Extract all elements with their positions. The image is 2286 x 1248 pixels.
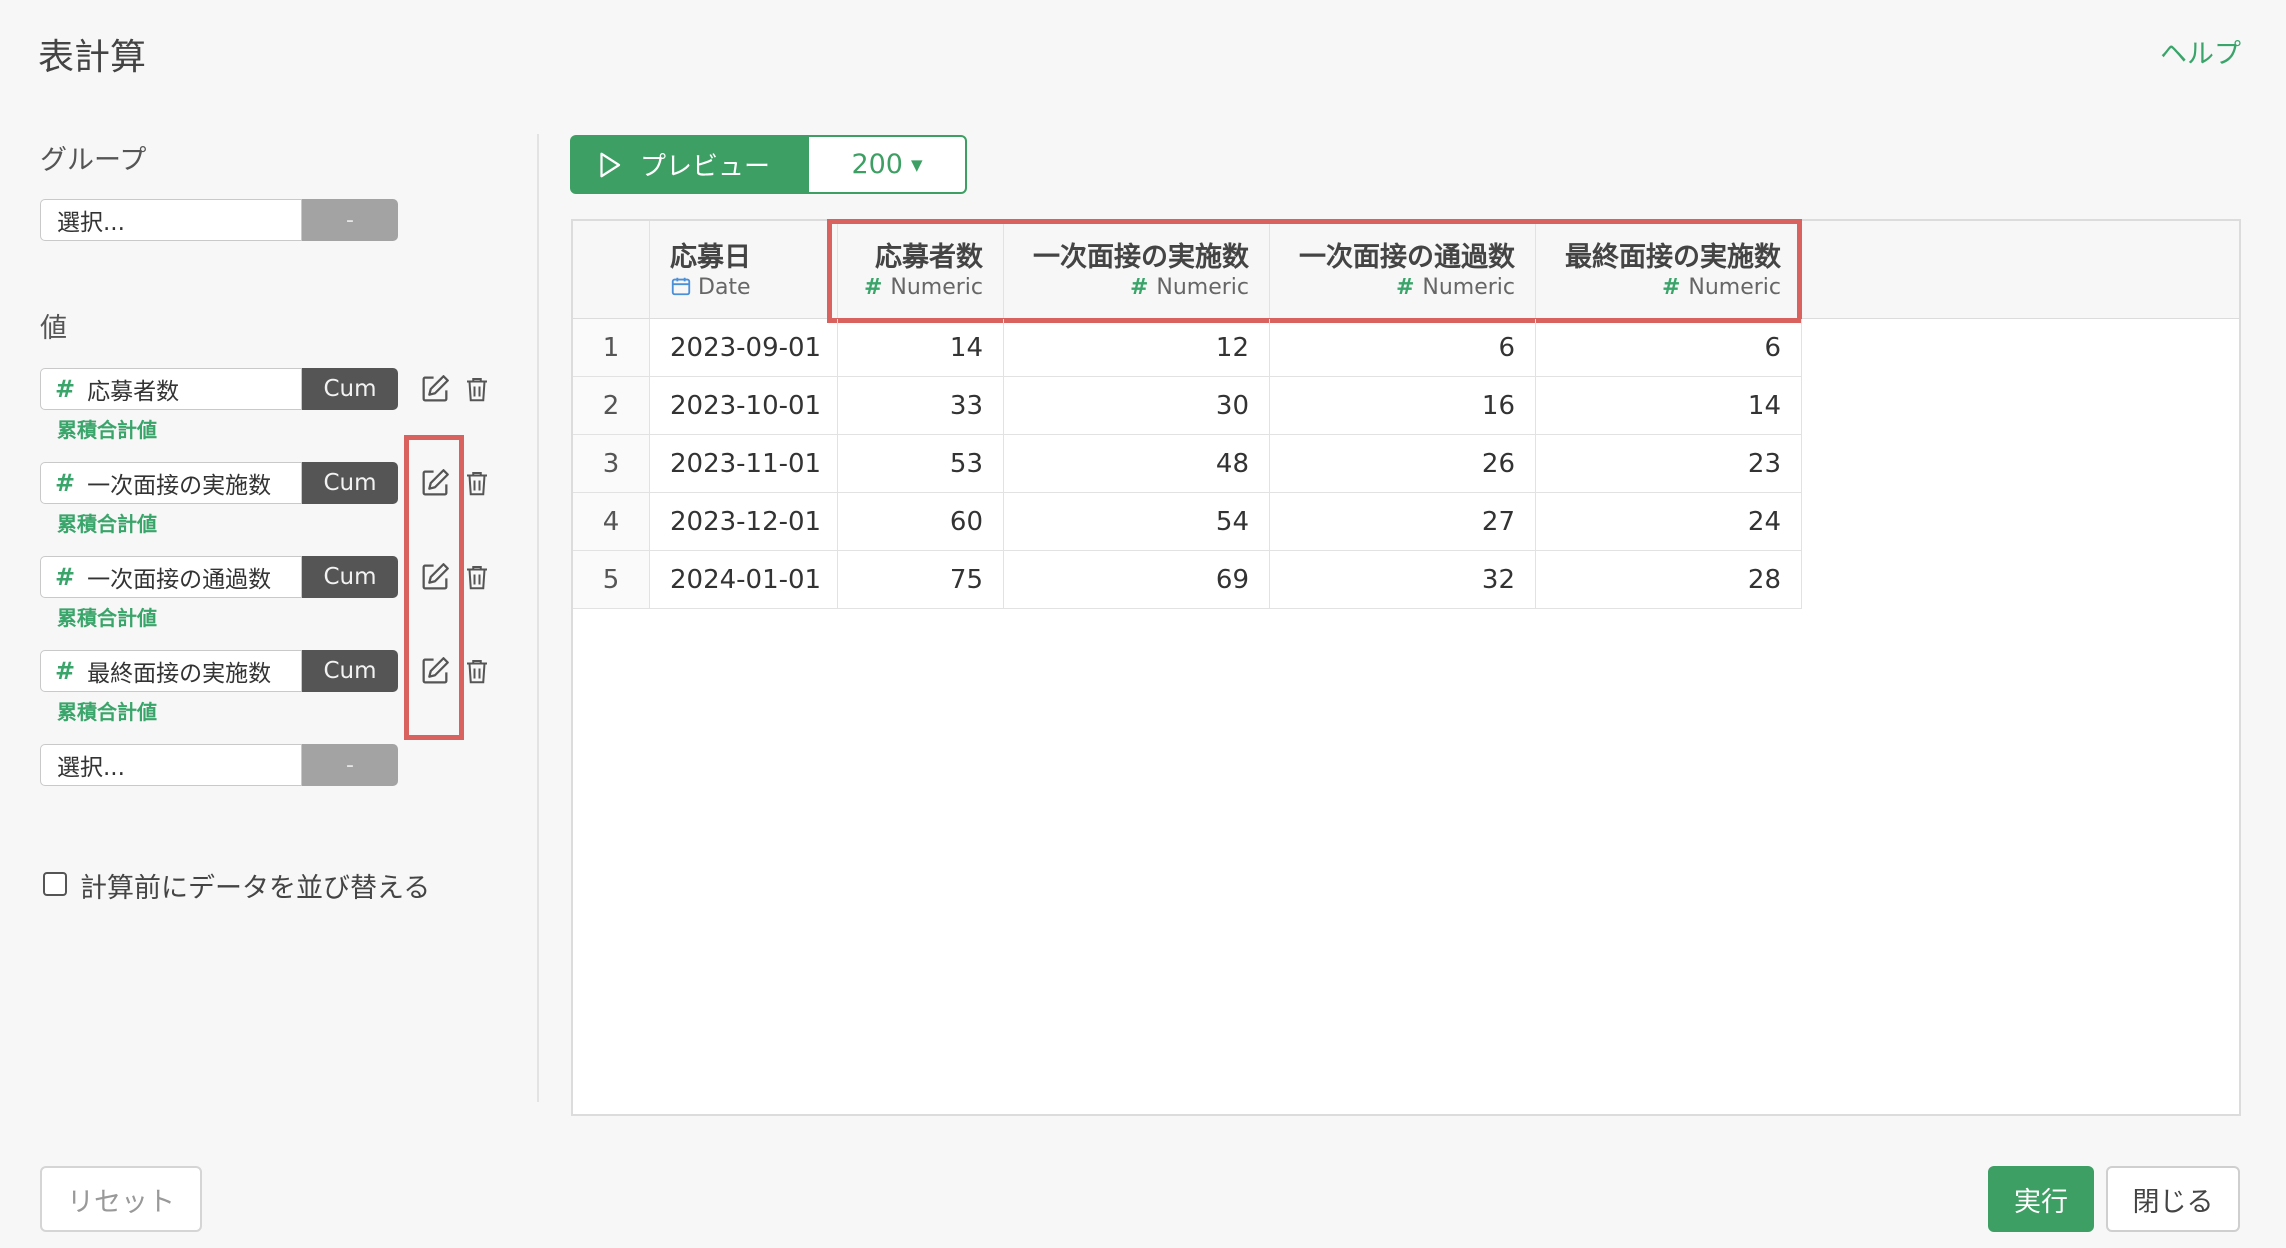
hash-icon: #: [55, 469, 76, 497]
calc-type-label: 累積合計値: [57, 512, 157, 536]
table-cell: 53: [838, 435, 1004, 493]
table-cell: 60: [838, 493, 1004, 551]
trash-icon[interactable]: [462, 468, 492, 498]
edit-icon[interactable]: [418, 372, 452, 406]
edit-icons-highlight: [404, 435, 464, 740]
column-type-label: Date: [698, 275, 751, 300]
table-cell: 27: [1270, 493, 1536, 551]
table-cell: 6: [1536, 319, 1802, 377]
value-field[interactable]: # 一次面接の実施数: [40, 462, 302, 504]
table-cell: 16: [1270, 377, 1536, 435]
table-cell: 69: [1004, 551, 1270, 609]
table-cell: 14: [838, 319, 1004, 377]
group-select-placeholder: 選択...: [57, 210, 125, 236]
trash-icon[interactable]: [462, 374, 492, 404]
row-count-dropdown[interactable]: 200 ▼: [807, 135, 967, 194]
sort-before-calc-label: 計算前にデータを並び替える: [80, 873, 431, 904]
table-cell: 30: [1004, 377, 1270, 435]
table-cell: 2023-12-01: [650, 493, 838, 551]
table-cell: 26: [1270, 435, 1536, 493]
calc-type-label: 累積合計値: [57, 700, 157, 724]
column-name: 応募日: [670, 242, 751, 273]
value-field[interactable]: # 一次面接の通過数: [40, 556, 302, 598]
value-select-placeholder: 選択...: [57, 755, 125, 781]
trash-icon[interactable]: [462, 656, 492, 686]
values-label: 値: [40, 313, 67, 344]
trash-icon[interactable]: [462, 562, 492, 592]
table-cell: 2024-01-01: [650, 551, 838, 609]
close-button[interactable]: 閉じる: [2106, 1166, 2240, 1232]
value-remove-button[interactable]: -: [302, 744, 398, 786]
table-cell: 6: [1270, 319, 1536, 377]
table-cell: 12: [1004, 319, 1270, 377]
row-index: 5: [573, 551, 650, 609]
reset-button[interactable]: リセット: [40, 1166, 202, 1232]
table-cell: 2023-11-01: [650, 435, 838, 493]
column-type: Date: [670, 275, 751, 300]
value-field[interactable]: # 応募者数: [40, 368, 302, 410]
table-cell: 32: [1270, 551, 1536, 609]
group-select[interactable]: 選択...: [40, 199, 302, 241]
value-field-name: 一次面接の通過数: [87, 567, 272, 593]
numeric-headers-highlight: [827, 219, 1802, 323]
value-field-name: 応募者数: [87, 379, 180, 405]
preview-button-label: プレビュー: [640, 152, 771, 182]
calc-type-label: 累積合計値: [57, 418, 157, 442]
play-icon: [600, 152, 621, 177]
group-label: グループ: [40, 145, 147, 176]
table-cell: 33: [838, 377, 1004, 435]
caret-down-icon: ▼: [911, 155, 923, 174]
dialog-title: 表計算: [38, 37, 147, 78]
calc-type-label: 累積合計値: [57, 606, 157, 630]
row-count-value: 200: [851, 149, 903, 180]
cum-button[interactable]: Cum: [302, 650, 398, 692]
row-index: 4: [573, 493, 650, 551]
help-link[interactable]: ヘルプ: [2160, 32, 2241, 71]
group-remove-button[interactable]: -: [302, 199, 398, 241]
table-cell: 48: [1004, 435, 1270, 493]
panel-divider: [537, 134, 539, 1102]
table-cell: 28: [1536, 551, 1802, 609]
sort-before-calc-checkbox[interactable]: [43, 872, 67, 896]
value-select[interactable]: 選択...: [40, 744, 302, 786]
table-cell: 24: [1536, 493, 1802, 551]
row-index: 2: [573, 377, 650, 435]
column-header[interactable]: 応募日 Date: [650, 221, 838, 319]
row-index: 1: [573, 319, 650, 377]
cum-button[interactable]: Cum: [302, 368, 398, 410]
row-index: 3: [573, 435, 650, 493]
cum-button[interactable]: Cum: [302, 462, 398, 504]
table-cell: 23: [1536, 435, 1802, 493]
table-cell: 2023-10-01: [650, 377, 838, 435]
table-cell: 75: [838, 551, 1004, 609]
run-button[interactable]: 実行: [1988, 1166, 2094, 1232]
value-field-name: 最終面接の実施数: [87, 661, 272, 687]
calendar-icon: [671, 277, 691, 296]
hash-icon: #: [55, 563, 76, 591]
table-cell: 14: [1536, 377, 1802, 435]
index-header: [573, 221, 650, 319]
hash-icon: #: [55, 375, 76, 403]
cum-button[interactable]: Cum: [302, 556, 398, 598]
header-filler: [1802, 221, 2239, 319]
value-field-name: 一次面接の実施数: [87, 473, 272, 499]
table-cell: 2023-09-01: [650, 319, 838, 377]
value-field[interactable]: # 最終面接の実施数: [40, 650, 302, 692]
table-cell: 54: [1004, 493, 1270, 551]
hash-icon: #: [55, 657, 76, 685]
preview-button[interactable]: プレビュー: [570, 135, 807, 194]
